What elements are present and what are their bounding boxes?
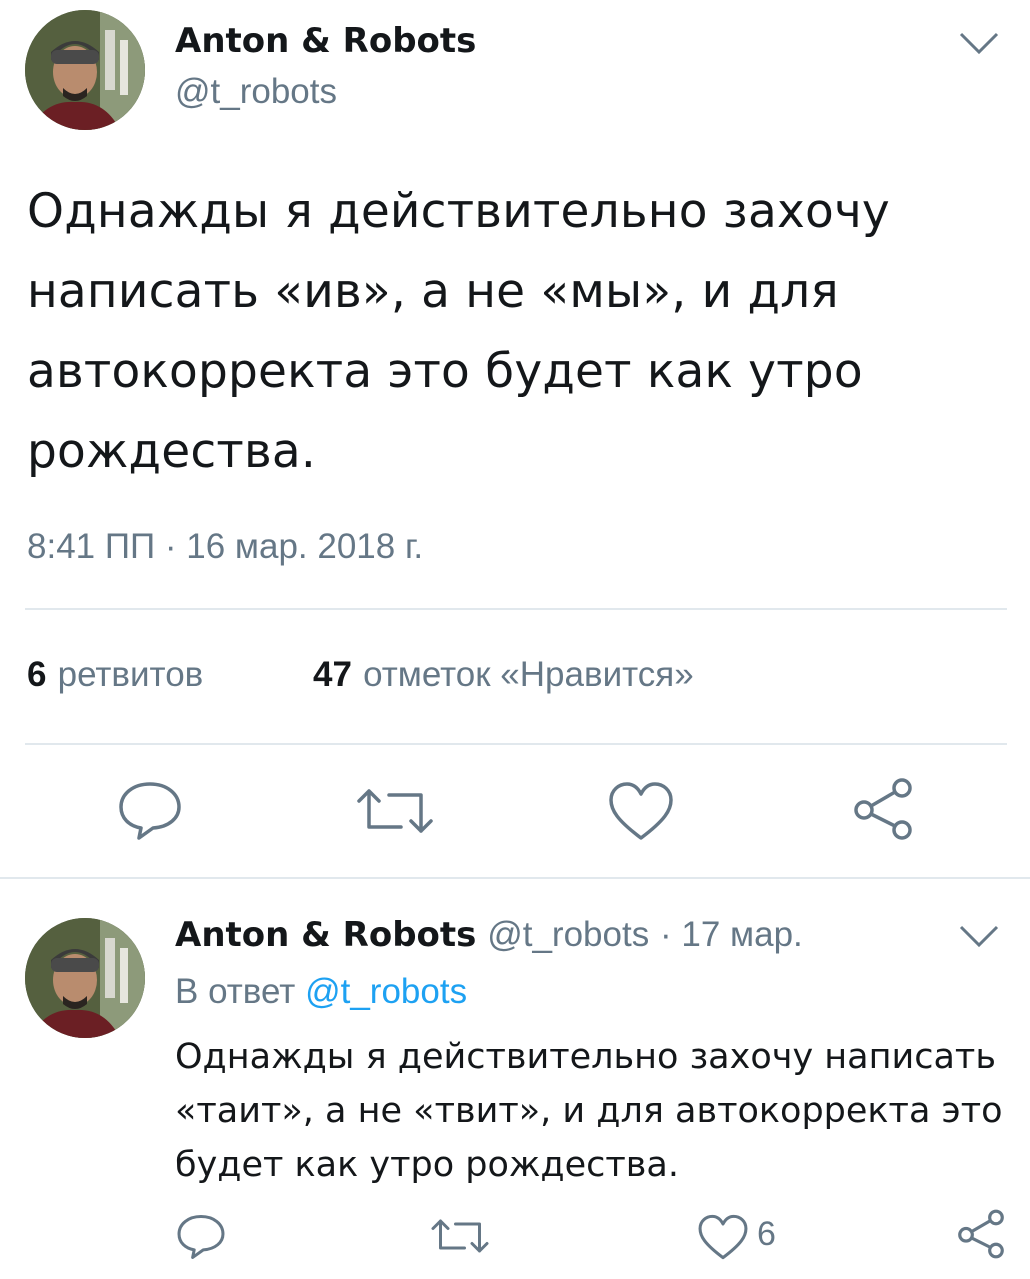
likes-count: 47 [313,655,352,694]
reply-to-link[interactable]: @t_robots [305,972,467,1011]
likes-stat[interactable]: 47 отметок «Нравится» [313,655,694,695]
reply-author-avatar[interactable] [25,918,145,1038]
like-icon[interactable] [697,1213,749,1261]
retweet-icon[interactable] [430,1215,490,1257]
chevron-down-icon[interactable] [958,923,1000,949]
reply-author-name[interactable]: Anton & Robots [175,915,476,955]
author-name[interactable]: Anton & Robots [175,21,476,61]
reply-author-handle[interactable]: @t_robots [487,915,649,954]
divider [25,743,1007,745]
likes-label: отметок «Нравится» [363,655,694,694]
reply-tweet-text: Однажды я действительно захочу написать … [175,1037,1003,1185]
author-handle[interactable]: @t_robots [175,72,337,112]
share-icon[interactable] [955,1208,1007,1260]
retweets-label: ретвитов [57,655,204,694]
reply-icon[interactable] [117,780,183,842]
retweet-icon[interactable] [355,783,435,839]
author-avatar[interactable] [25,10,145,130]
share-icon[interactable] [850,776,916,842]
divider [25,608,1007,610]
chevron-down-icon[interactable] [958,30,1000,56]
reply-icon[interactable] [176,1213,226,1261]
like-icon[interactable] [607,780,675,842]
section-divider [0,877,1030,879]
reply-header: Anton & Robots @t_robots · 17 мар. [175,915,803,955]
reply-context: В ответ @t_robots [175,972,467,1012]
reply-prefix: В ответ [175,972,296,1011]
reply-date[interactable]: · 17 мар. [660,915,803,954]
reply-like-count: 6 [757,1215,776,1253]
tweet-text: Однажды я действительно захочу написать … [27,184,890,479]
retweets-stat[interactable]: 6 ретвитов [27,655,203,695]
retweets-count: 6 [27,655,47,694]
tweet-timestamp[interactable]: 8:41 ПП · 16 мар. 2018 г. [27,527,423,567]
